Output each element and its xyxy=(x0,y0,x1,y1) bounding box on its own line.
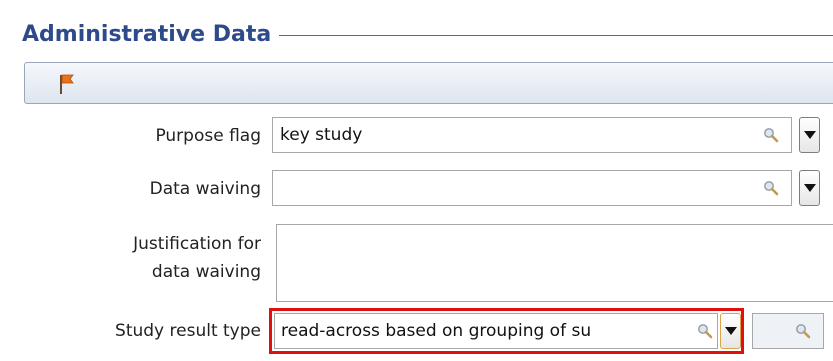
study-result-type-extra-field[interactable] xyxy=(752,313,824,349)
section-header: Administrative Data xyxy=(22,14,833,54)
search-icon[interactable] xyxy=(763,127,779,143)
flag-toolbar xyxy=(24,62,833,104)
search-icon[interactable] xyxy=(763,180,779,196)
justification-textarea[interactable] xyxy=(276,224,833,302)
section-divider xyxy=(279,34,833,36)
purpose-flag-dropdown-button[interactable] xyxy=(799,117,820,153)
purpose-flag-label: Purpose flag xyxy=(155,126,261,146)
justification-label-line1: Justification for xyxy=(133,234,261,254)
search-icon[interactable] xyxy=(795,323,811,339)
justification-label: Justification for data waiving xyxy=(133,230,261,286)
chevron-down-icon xyxy=(803,131,816,139)
administrative-data-panel: Administrative Data Purpose flag key stu… xyxy=(0,0,833,361)
purpose-flag-input[interactable]: key study xyxy=(272,117,792,153)
data-waiving-dropdown-button[interactable] xyxy=(799,170,820,206)
highlight-box xyxy=(269,308,744,354)
flag-icon[interactable] xyxy=(57,73,77,95)
chevron-down-icon xyxy=(803,184,816,192)
data-waiving-input[interactable] xyxy=(272,170,792,206)
data-waiving-label: Data waiving xyxy=(149,179,261,199)
justification-label-line2: data waiving xyxy=(151,262,261,282)
study-result-type-label: Study result type xyxy=(115,321,261,341)
purpose-flag-value: key study xyxy=(280,125,363,145)
section-title: Administrative Data xyxy=(22,21,272,47)
